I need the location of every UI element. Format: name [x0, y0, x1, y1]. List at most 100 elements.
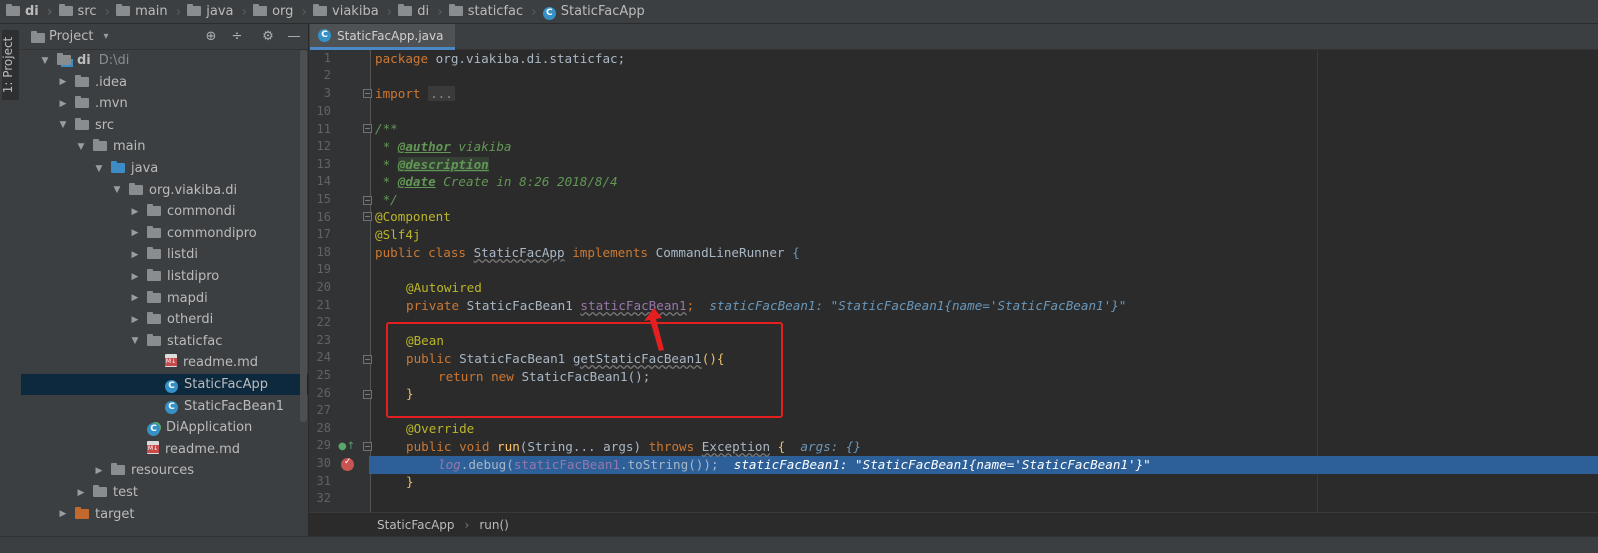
tree-item[interactable]: ▼ main [21, 136, 308, 157]
expand-arrow-right-icon[interactable]: ▶ [57, 509, 69, 519]
debug-inline-value: staticFacBean1: "StaticFacBean1{name='St… [733, 457, 1151, 472]
tree-item[interactable]: C StaticFacBean1 [21, 396, 308, 417]
tree-item[interactable]: ▶ .idea [21, 72, 308, 93]
tree-item[interactable]: ▶ resources [21, 460, 308, 481]
fold-toggle-icon[interactable]: − [363, 89, 372, 98]
tree-item[interactable]: C DiApplication [21, 417, 308, 438]
breakpoint-icon[interactable] [341, 457, 354, 471]
tree-item[interactable]: ▶ target [21, 504, 308, 525]
line-number: 25 [316, 368, 331, 382]
tree-item-label: listdi [167, 247, 198, 263]
markdown-file-icon [147, 440, 159, 458]
tree-item[interactable]: ▶ .mvn [21, 93, 308, 114]
breadcrumb-item[interactable]: di › [398, 0, 448, 24]
folder-icon [93, 485, 107, 500]
code-line-17: @Slf4j [375, 227, 421, 242]
package-icon [147, 333, 161, 349]
breadcrumb-separator: › [437, 3, 443, 20]
execution-point-gutter-mark [369, 456, 371, 474]
expand-arrow-down-icon[interactable]: ▼ [57, 120, 69, 130]
project-panel-title[interactable]: Project [49, 29, 93, 44]
breadcrumb-item[interactable]: di › [6, 0, 59, 24]
fold-toggle-icon[interactable]: − [363, 196, 372, 205]
line-number: 22 [316, 315, 331, 330]
line-number: 15 [316, 192, 331, 206]
project-tree-scrollbar[interactable] [300, 50, 307, 422]
code-line-28: @Override [406, 421, 475, 436]
tree-item[interactable]: ▶ mapdi [21, 288, 308, 309]
expand-arrow-right-icon[interactable]: ▶ [93, 466, 105, 476]
tree-item[interactable]: ▼ di D:\di [21, 50, 308, 71]
fold-toggle-icon[interactable]: − [363, 124, 372, 133]
line-number: 20 [316, 280, 331, 294]
line-number: 3 [323, 86, 331, 100]
project-view-dropdown-icon[interactable]: ▾ [103, 31, 108, 42]
hide-panel-icon[interactable]: — [285, 28, 303, 46]
expand-arrow-down-icon[interactable]: ▼ [93, 164, 105, 174]
tree-item[interactable]: ▶ commondi [21, 201, 308, 222]
fold-toggle-icon[interactable]: − [363, 390, 372, 399]
tree-item[interactable]: readme.md [21, 439, 308, 460]
red-arrow-icon [644, 308, 664, 351]
breadcrumb-item[interactable]: C StaticFacApp [542, 0, 645, 24]
tree-item-label: org.viakiba.di [149, 182, 238, 198]
code-line-11: /** [375, 121, 398, 136]
tab-staticfacapp-java[interactable]: C StaticFacApp.java [310, 24, 455, 50]
locate-file-icon[interactable]: ⊕ [202, 28, 220, 46]
code-line-13: * @description [375, 157, 489, 172]
project-view-icon [31, 31, 45, 46]
breadcrumb-method[interactable]: run() [479, 518, 509, 532]
debug-inline-value: args: {} [800, 439, 862, 454]
expand-arrow-right-icon[interactable]: ▶ [129, 293, 141, 303]
tree-item[interactable]: ▼ src [21, 115, 308, 136]
tree-item[interactable]: C StaticFacApp [21, 374, 308, 395]
tree-item-label: test [113, 485, 138, 500]
breadcrumb-item[interactable]: staticfac › [448, 0, 543, 24]
tree-item-label: commondi [167, 204, 236, 220]
expand-arrow-down-icon[interactable]: ▼ [129, 336, 141, 346]
settings-gear-icon[interactable]: ⚙ [259, 28, 277, 46]
expand-arrow-right-icon[interactable]: ▶ [57, 77, 69, 87]
breadcrumb-separator: › [46, 3, 53, 20]
expand-arrow-down-icon[interactable]: ▼ [39, 56, 51, 66]
folder-icon [398, 4, 413, 19]
expand-arrow-right-icon[interactable]: ▶ [57, 99, 69, 109]
breadcrumb-item[interactable]: viakiba › [313, 0, 398, 24]
tree-item-label: StaticFacBean1 [184, 398, 284, 414]
breadcrumb-item[interactable]: src › [58, 0, 117, 24]
tree-item[interactable]: ▼ org.viakiba.di [21, 180, 308, 201]
code-line-31: } [406, 474, 414, 489]
expand-arrow-right-icon[interactable]: ▶ [75, 488, 87, 498]
expand-arrow-right-icon[interactable]: ▶ [129, 250, 141, 260]
breadcrumb-item[interactable]: main › [116, 0, 187, 24]
tree-item[interactable]: ▶ test [21, 482, 308, 503]
package-icon [147, 247, 161, 262]
line-number: 19 [316, 262, 331, 277]
tree-item[interactable]: ▶ commondipro [21, 223, 308, 244]
line-number: 14 [316, 174, 331, 189]
tree-item[interactable]: ▶ listdi [21, 244, 308, 265]
fold-toggle-icon[interactable]: − [363, 212, 372, 221]
run-gutter-icon[interactable]: ●↑ [338, 441, 355, 454]
tree-item[interactable]: readme.md [21, 352, 308, 373]
expand-arrow-down-icon[interactable]: ▼ [111, 185, 123, 195]
project-panel-header: Project ▾ ⊕ ÷ ⚙ — [21, 24, 308, 50]
breadcrumb-item[interactable]: java › [187, 0, 253, 24]
expand-arrow-down-icon[interactable]: ▼ [75, 142, 87, 152]
expand-arrow-right-icon[interactable]: ▶ [129, 228, 141, 238]
breadcrumb-item[interactable]: org › [253, 0, 313, 24]
tree-item[interactable]: ▼ java [21, 158, 308, 179]
folded-imports[interactable]: ... [428, 86, 455, 101]
source-folder-icon [111, 161, 125, 176]
expand-arrow-right-icon[interactable]: ▶ [129, 207, 141, 217]
breadcrumb-class[interactable]: StaticFacApp [377, 518, 455, 532]
tree-item[interactable]: ▶ listdipro [21, 266, 308, 287]
collapse-all-icon[interactable]: ÷ [228, 28, 246, 46]
tree-item[interactable]: ▼ staticfac [21, 331, 308, 352]
tree-item[interactable]: ▶ otherdi [21, 309, 308, 330]
fold-toggle-icon[interactable]: − [363, 355, 372, 364]
expand-arrow-right-icon[interactable]: ▶ [129, 315, 141, 325]
fold-toggle-icon[interactable]: − [363, 442, 372, 451]
class-icon: C [542, 4, 556, 20]
expand-arrow-right-icon[interactable]: ▶ [129, 272, 141, 282]
